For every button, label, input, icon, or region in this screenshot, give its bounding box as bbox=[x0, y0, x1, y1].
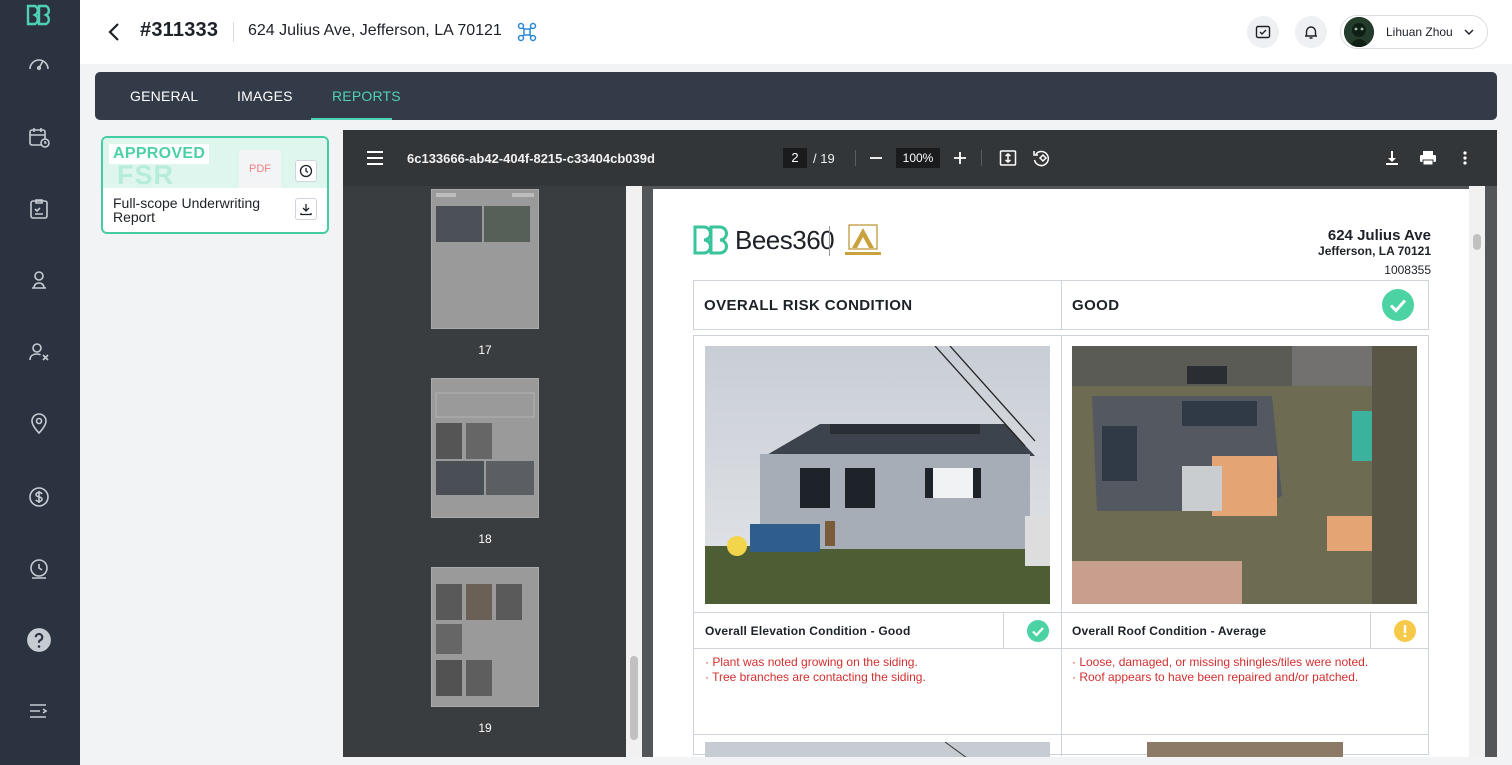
history-button[interactable] bbox=[295, 160, 317, 182]
bees360-logo[interactable] bbox=[26, 4, 54, 26]
thumbnail-label: 18 bbox=[478, 532, 492, 546]
condition-grid: Overall Elevation Condition - Good · Pla… bbox=[693, 335, 1429, 757]
fit-page-icon[interactable] bbox=[998, 148, 1018, 168]
tasks-icon[interactable] bbox=[26, 196, 52, 222]
roof-condition-title: Overall Roof Condition - Average bbox=[1072, 624, 1267, 638]
report-code: FSR bbox=[117, 160, 174, 190]
zoom-level[interactable]: 100% bbox=[896, 148, 940, 168]
thumbnail-label: 17 bbox=[478, 343, 492, 357]
print-icon[interactable] bbox=[1418, 148, 1438, 168]
avatar bbox=[1344, 17, 1374, 47]
elevation-photo bbox=[705, 346, 1050, 604]
check-circle-icon bbox=[1382, 289, 1414, 321]
notifications-button[interactable] bbox=[1295, 16, 1327, 48]
brand-name: Bees360 bbox=[735, 224, 835, 255]
report-card[interactable]: APPROVED FSR PDF Full-scope Underwriting… bbox=[101, 136, 329, 234]
chevron-down-icon bbox=[1463, 26, 1475, 38]
messages-button[interactable] bbox=[1247, 16, 1279, 48]
page-number-input[interactable]: 2 bbox=[783, 148, 807, 168]
pdf-toolbar: 6c133666-ab42-404f-8215-c33404cb039d 2 /… bbox=[343, 130, 1497, 186]
header-divider bbox=[233, 22, 234, 42]
thumbnail-panel: 17 18 19 bbox=[343, 186, 627, 757]
billing-icon[interactable] bbox=[26, 484, 52, 510]
zoom-in-icon[interactable] bbox=[950, 148, 970, 168]
thumbnail-page[interactable] bbox=[431, 189, 539, 329]
thumbnail-scrollbar[interactable] bbox=[626, 186, 642, 757]
page-total: / 19 bbox=[813, 151, 835, 166]
bees360-report-logo: Bees360 bbox=[693, 224, 835, 255]
order-id: #311333 bbox=[140, 19, 219, 41]
pdf-file-icon: PDF bbox=[239, 150, 281, 188]
toolbar-divider bbox=[981, 150, 982, 166]
location-icon[interactable] bbox=[26, 411, 52, 437]
next-photo bbox=[1147, 742, 1343, 757]
thumbnail-label: 19 bbox=[478, 721, 492, 735]
property-address: 624 Julius Ave, Jefferson, LA 70121 bbox=[248, 22, 502, 39]
drone-icon bbox=[517, 22, 537, 42]
roof-photo bbox=[1072, 346, 1417, 604]
elevation-note: · Tree branches are contacting the sidin… bbox=[705, 670, 926, 684]
schedule-icon[interactable] bbox=[26, 124, 52, 150]
report-address-line1: 624 Julius Ave bbox=[1327, 227, 1431, 244]
tab-images[interactable]: IMAGES bbox=[237, 88, 293, 104]
document-area: Bees360 624 Julius Ave Jefferson, LA 701… bbox=[642, 186, 1497, 757]
collapse-icon[interactable] bbox=[26, 698, 52, 724]
policy-number: 1008355 bbox=[1384, 263, 1431, 277]
report-page: Bees360 624 Julius Ave Jefferson, LA 701… bbox=[653, 189, 1471, 757]
pdf-file-name: 6c133666-ab42-404f-8215-c33404cb039d bbox=[407, 151, 655, 166]
user-menu[interactable]: Lihuan Zhou bbox=[1340, 15, 1488, 49]
user-name: Lihuan Zhou bbox=[1386, 25, 1453, 39]
risk-label: OVERALL RISK CONDITION bbox=[704, 297, 913, 314]
sidebar bbox=[0, 0, 80, 765]
pdf-viewer: 6c133666-ab42-404f-8215-c33404cb039d 2 /… bbox=[343, 130, 1497, 757]
report-address-line2: Jefferson, LA 70121 bbox=[1318, 244, 1431, 258]
help-icon[interactable] bbox=[26, 627, 52, 653]
elevation-note: · Plant was noted growing on the siding. bbox=[705, 655, 918, 669]
download-button[interactable] bbox=[295, 198, 317, 220]
pilot-icon[interactable] bbox=[26, 267, 52, 293]
history-icon[interactable] bbox=[26, 556, 52, 582]
dashboard-icon[interactable] bbox=[26, 51, 52, 77]
more-options-icon[interactable] bbox=[1455, 148, 1475, 168]
logo-divider bbox=[829, 226, 830, 256]
overall-risk-row: OVERALL RISK CONDITION GOOD bbox=[693, 280, 1429, 330]
tab-reports[interactable]: REPORTS bbox=[332, 88, 401, 104]
thumbnail-page[interactable] bbox=[431, 567, 539, 707]
toolbar-divider bbox=[855, 150, 856, 166]
user-remove-icon[interactable] bbox=[26, 339, 52, 365]
back-button[interactable] bbox=[104, 20, 124, 44]
next-photo bbox=[705, 742, 1050, 757]
tab-bar: GENERAL IMAGES REPORTS bbox=[95, 72, 1497, 120]
active-tab-indicator bbox=[311, 118, 392, 120]
check-circle-icon bbox=[1027, 620, 1049, 642]
zoom-out-icon[interactable] bbox=[866, 148, 886, 168]
download-icon[interactable] bbox=[1382, 148, 1402, 168]
thumbnail-page[interactable] bbox=[431, 378, 539, 518]
tab-general[interactable]: GENERAL bbox=[130, 88, 198, 104]
roof-note: · Roof appears to have been repaired and… bbox=[1072, 670, 1359, 684]
report-title: Full-scope Underwriting Report bbox=[113, 195, 261, 225]
warning-icon bbox=[1394, 620, 1416, 642]
elevation-condition-title: Overall Elevation Condition - Good bbox=[705, 624, 911, 638]
rotate-icon[interactable] bbox=[1031, 148, 1051, 168]
risk-value: GOOD bbox=[1072, 297, 1120, 314]
roof-note: · Loose, damaged, or missing shingles/ti… bbox=[1072, 655, 1369, 669]
document-scrollbar[interactable] bbox=[1469, 186, 1485, 757]
menu-icon[interactable] bbox=[366, 150, 384, 166]
allied-trust-logo bbox=[843, 223, 883, 259]
